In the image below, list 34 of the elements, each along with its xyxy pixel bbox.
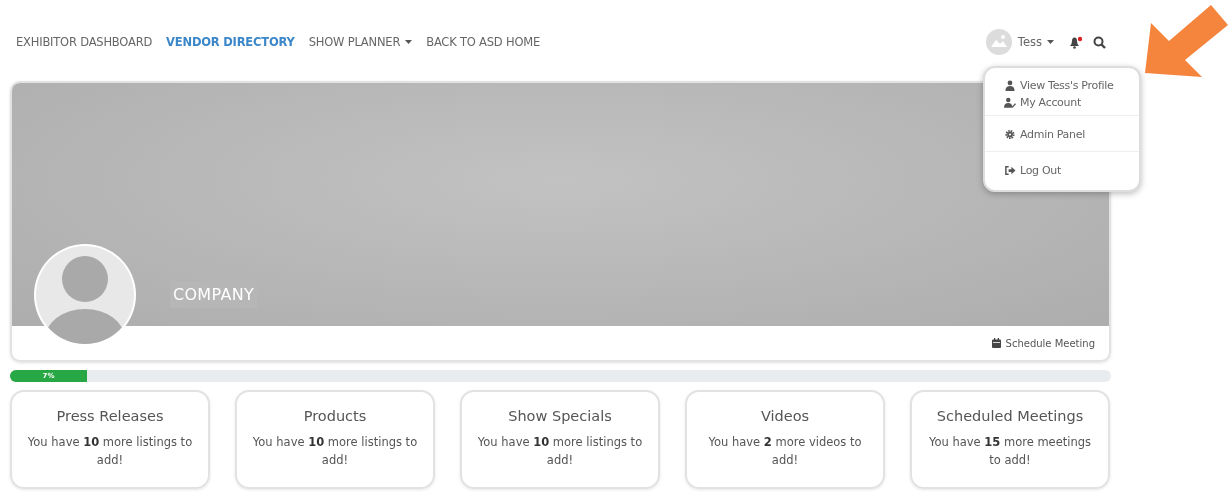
card-title: Press Releases <box>55 408 165 424</box>
search-icon[interactable] <box>1093 35 1106 49</box>
card-text: You have 10 more listings to add! <box>26 434 194 469</box>
caret-icon <box>405 40 413 44</box>
nav-link[interactable]: SHOW PLANNER <box>308 35 413 49</box>
nav-link[interactable]: BACK TO ASD HOME <box>426 35 541 49</box>
menu-item[interactable]: View Tess's Profile <box>985 77 1139 94</box>
card-text: You have 2 more videos to add! <box>707 434 863 469</box>
menu-item[interactable]: Admin Panel <box>985 126 1139 143</box>
calendar-icon <box>991 338 1001 348</box>
logout-icon <box>1004 165 1016 176</box>
card-title: Show Specials <box>507 408 613 424</box>
user-icon <box>1004 80 1016 91</box>
nav-link[interactable]: EXHIBITOR DASHBOARD <box>16 35 153 49</box>
gear-icon <box>1004 129 1016 140</box>
card-title: Scheduled Meetings <box>935 408 1085 424</box>
caret-icon <box>1047 40 1054 44</box>
card-title: Videos <box>759 408 811 424</box>
card-text: You have 10 more listings to add! <box>476 434 644 469</box>
summary-card[interactable]: Press Releases You have 10 more listings to add! <box>10 390 210 489</box>
summary-card[interactable]: Show Specials You have 10 more listings to add! <box>460 390 660 489</box>
card-title: Products <box>302 408 368 424</box>
summary-card[interactable]: Scheduled Meetings You have 15 more meetings to add! <box>910 390 1110 489</box>
summary-card[interactable]: Products You have 10 more listings to add! <box>235 390 435 489</box>
bell-icon[interactable] <box>1068 35 1083 49</box>
menu-item[interactable]: Log Out <box>985 162 1139 179</box>
card-text: You have 10 more listings to add! <box>251 434 419 469</box>
user-pencil-icon <box>1004 97 1016 108</box>
card-text: You have 15 more meetings to add! <box>927 434 1093 469</box>
schedule-meeting-link[interactable]: Schedule Meeting <box>991 337 1095 349</box>
nav-link[interactable]: VENDOR DIRECTORY <box>166 35 295 49</box>
user-menu-toggle[interactable]: Tess <box>1017 35 1054 49</box>
summary-card[interactable]: Videos You have 2 more videos to add! <box>685 390 885 489</box>
menu-item[interactable]: My Account <box>985 94 1139 111</box>
